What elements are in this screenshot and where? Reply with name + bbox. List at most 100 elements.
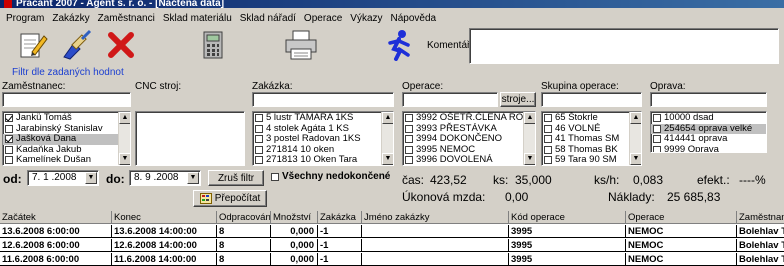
col-order-name[interactable]: Jméno zakázky <box>362 211 509 224</box>
op-group-filter-input[interactable] <box>541 92 642 107</box>
order-item[interactable]: 5 lustr TAMARA 1KS <box>253 112 393 124</box>
employee-checkbox[interactable] <box>5 124 13 133</box>
table-row[interactable]: 12.6.2008 6:00:00 12.6.2008 14:00:00 8 0… <box>0 239 784 252</box>
op-group-checkbox[interactable] <box>544 114 552 123</box>
chevron-down-icon[interactable]: ▼ <box>187 172 199 184</box>
op-group-checkbox[interactable] <box>544 124 552 133</box>
table-row[interactable]: 11.6.2008 6:00:00 11.6.2008 14:00:00 8 0… <box>0 253 784 266</box>
operation-item[interactable]: 3996 DOVOLENÁ <box>403 154 535 165</box>
col-operation-code[interactable]: Kód operace <box>509 211 626 224</box>
op-group-item[interactable]: 65 Štokrle <box>542 112 641 124</box>
exit-button[interactable] <box>382 28 416 62</box>
scroll-up-icon[interactable]: ▲ <box>119 112 130 124</box>
employee-item[interactable]: Jankü Tomáš <box>3 112 130 124</box>
order-item[interactable]: 3 postel Radovan 1KS <box>253 133 393 145</box>
order-checkbox[interactable] <box>255 114 263 123</box>
repair-checkbox[interactable] <box>653 114 661 123</box>
operation-item[interactable]: 3994 DOKONČENO <box>403 133 535 145</box>
order-checkbox[interactable] <box>255 145 263 154</box>
menu-tool-stock[interactable]: Sklad nářadí <box>236 13 300 24</box>
menu-orders[interactable]: Zakázky <box>48 13 93 24</box>
employee-item[interactable]: Kamelínek Dušan <box>3 154 130 165</box>
col-order[interactable]: Zakázka <box>318 211 362 224</box>
operation-item[interactable]: 3992 OŠETŘ.ČLENA RO <box>403 112 535 124</box>
repair-item[interactable]: 414441 oprava <box>651 133 766 145</box>
print-button[interactable] <box>284 28 318 62</box>
employee-checkbox[interactable] <box>5 114 13 123</box>
col-employee[interactable]: Zaměstnan <box>737 211 784 224</box>
employee-item[interactable]: Jašková Dana <box>3 133 130 145</box>
date-to-picker[interactable]: 8. 9 .2008 ▼ <box>129 170 201 186</box>
operation-list-scrollbar[interactable]: ▲ ▼ <box>523 112 535 165</box>
comment-field[interactable] <box>469 28 779 64</box>
order-list[interactable]: 5 lustr TAMARA 1KS 4 stolek Agáta 1 KS 3… <box>252 111 394 166</box>
col-quantity[interactable]: Množství <box>271 211 318 224</box>
operation-checkbox[interactable] <box>405 156 413 165</box>
repair-checkbox[interactable] <box>653 124 661 133</box>
scroll-down-icon[interactable]: ▼ <box>382 153 393 165</box>
delete-button[interactable] <box>104 28 138 62</box>
scroll-up-icon[interactable]: ▲ <box>382 112 393 124</box>
employee-checkbox[interactable] <box>5 135 13 144</box>
all-unfinished-toggle[interactable]: Všechny nedokončené <box>271 171 390 182</box>
employee-label: Zaměstnanec: <box>2 81 66 92</box>
op-group-list-scrollbar[interactable]: ▲ ▼ <box>629 112 641 165</box>
recalculate-button[interactable]: Přepočítat <box>193 190 267 207</box>
scroll-up-icon[interactable]: ▲ <box>630 112 641 124</box>
cleanup-button[interactable] <box>59 28 93 62</box>
op-group-checkbox[interactable] <box>544 145 552 154</box>
op-group-item[interactable]: 59 Tara 90 SM <box>542 154 641 165</box>
table-row[interactable]: 13.6.2008 6:00:00 13.6.2008 14:00:00 8 0… <box>0 225 784 238</box>
cnc-list[interactable] <box>135 111 245 166</box>
scroll-down-icon[interactable]: ▼ <box>524 153 535 165</box>
repair-item[interactable]: 9999 Oprava <box>651 144 766 152</box>
col-end[interactable]: Konec <box>112 211 217 224</box>
operation-list[interactable]: 3992 OŠETŘ.ČLENA RO 3993 PŘESTÁVKA 3994 … <box>402 111 536 166</box>
employee-filter-input[interactable] <box>2 92 131 107</box>
op-group-checkbox[interactable] <box>544 156 552 165</box>
operation-checkbox[interactable] <box>405 145 413 154</box>
scroll-up-icon[interactable]: ▲ <box>524 112 535 124</box>
edit-button[interactable] <box>16 28 50 62</box>
machines-button[interactable]: stroje... <box>500 92 536 107</box>
cancel-filter-button[interactable]: Zruš filtr <box>208 170 264 186</box>
repair-list[interactable]: 10000 dsad 254654 oprava velké 414441 op… <box>650 111 767 153</box>
repair-checkbox[interactable] <box>653 145 661 152</box>
chevron-down-icon[interactable]: ▼ <box>85 172 97 184</box>
col-start[interactable]: Začátek <box>0 211 112 224</box>
col-worked[interactable]: Odpracováno <box>217 211 271 224</box>
op-group-checkbox[interactable] <box>544 135 552 144</box>
menu-operations[interactable]: Operace <box>300 13 346 24</box>
repair-item[interactable]: 10000 dsad <box>651 112 766 124</box>
scroll-down-icon[interactable]: ▼ <box>119 153 130 165</box>
op-group-list[interactable]: 65 Štokrle 46 VOLNÉ 41 Thomas SM 58 Thom… <box>541 111 642 166</box>
menu-employees[interactable]: Zaměstnanci <box>94 13 159 24</box>
repair-filter-input[interactable] <box>650 92 767 107</box>
order-checkbox[interactable] <box>255 135 263 144</box>
date-from-picker[interactable]: 7. 1 .2008 ▼ <box>27 170 99 186</box>
col-operation[interactable]: Operace <box>626 211 737 224</box>
menu-help[interactable]: Nápověda <box>387 13 441 24</box>
records-table[interactable]: Začátek Konec Odpracováno Množství Zakáz… <box>0 211 784 266</box>
order-filter-input[interactable] <box>252 92 394 107</box>
order-checkbox[interactable] <box>255 124 263 133</box>
employee-checkbox[interactable] <box>5 145 13 154</box>
all-unfinished-checkbox[interactable] <box>271 172 279 181</box>
operation-checkbox[interactable] <box>405 135 413 144</box>
menu-reports[interactable]: Výkazy <box>346 13 386 24</box>
operation-checkbox[interactable] <box>405 124 413 133</box>
order-list-scrollbar[interactable]: ▲ ▼ <box>381 112 393 165</box>
order-checkbox[interactable] <box>255 156 263 165</box>
employee-list-scrollbar[interactable]: ▲ ▼ <box>118 112 130 165</box>
menu-program[interactable]: Program <box>2 13 48 24</box>
op-group-item[interactable]: 41 Thomas SM <box>542 133 641 145</box>
order-item[interactable]: 271813 10 Oken Tara <box>253 154 393 165</box>
employee-checkbox[interactable] <box>5 156 13 165</box>
operation-checkbox[interactable] <box>405 114 413 123</box>
employee-list[interactable]: Jankü Tomáš Jarabinský Stanislav Jašková… <box>2 111 131 166</box>
scroll-down-icon[interactable]: ▼ <box>630 153 641 165</box>
operation-filter-input[interactable] <box>402 92 498 107</box>
menu-material-stock[interactable]: Sklad materiálu <box>159 13 236 24</box>
calculator-button[interactable] <box>196 28 230 62</box>
repair-checkbox[interactable] <box>653 135 661 144</box>
